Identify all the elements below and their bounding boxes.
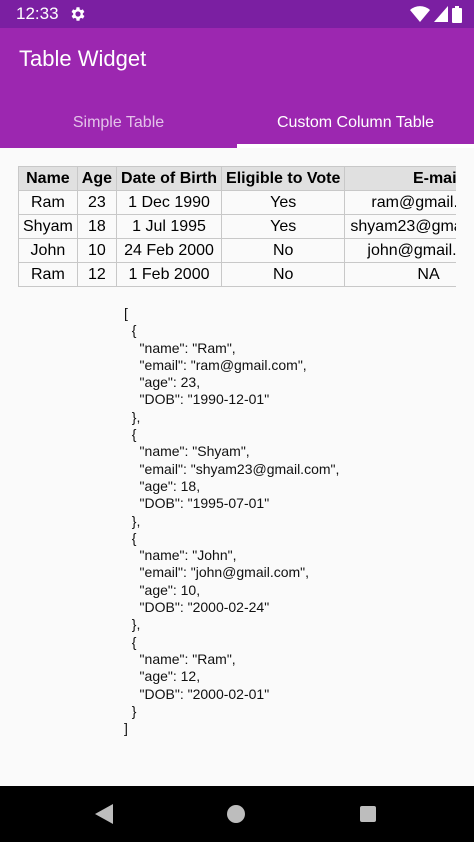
cell-email: NA — [344, 262, 456, 287]
header-name: Name — [18, 166, 78, 191]
app-title: Table Widget — [19, 46, 147, 71]
header-eligible: Eligible to Vote — [221, 166, 346, 191]
app-bar: Table Widget Simple Table Custom Column … — [0, 28, 474, 148]
battery-icon — [452, 5, 462, 23]
back-icon[interactable] — [95, 804, 113, 824]
json-output-text: [ { "name": "Ram", "email": "ram@gmail.c… — [124, 305, 340, 737]
cell-name: Shyam — [18, 214, 78, 239]
status-time: 12:33 — [16, 4, 59, 23]
table-row: Ram 23 1 Dec 1990 Yes ram@gmail.com — [18, 190, 456, 215]
tab-simple-table[interactable]: Simple Table — [0, 98, 237, 148]
header-dob: Date of Birth — [116, 166, 223, 191]
cell-dob: 1 Jul 1995 — [116, 214, 223, 239]
cell-age: 23 — [76, 190, 118, 215]
tab-custom-column-table[interactable]: Custom Column Table — [237, 98, 474, 148]
settings-gear-icon — [71, 7, 85, 21]
data-table: Name Age Date of Birth Eligible to Vote … — [18, 166, 456, 287]
cell-name: Ram — [18, 262, 78, 287]
table-row: John 10 24 Feb 2000 No john@gmail.com — [18, 238, 456, 263]
header-email: E-mail — [344, 166, 456, 191]
recents-icon[interactable] — [360, 806, 376, 822]
cell-age: 12 — [76, 262, 118, 287]
cell-email: john@gmail.com — [344, 238, 456, 263]
cell-dob: 24 Feb 2000 — [116, 238, 223, 263]
cell-eligible: Yes — [221, 190, 346, 215]
data-table-container[interactable]: Name Age Date of Birth Eligible to Vote … — [18, 166, 456, 287]
cell-email: ram@gmail.com — [344, 190, 456, 215]
cell-dob: 1 Dec 1990 — [116, 190, 223, 215]
table-row: Ram 12 1 Feb 2000 No NA — [18, 262, 456, 287]
table-header-row: Name Age Date of Birth Eligible to Vote … — [18, 166, 456, 191]
cell-dob: 1 Feb 2000 — [116, 262, 223, 287]
cellular-signal-icon — [434, 6, 448, 22]
navigation-bar — [0, 786, 474, 842]
cell-email: shyam23@gmail.com — [344, 214, 456, 239]
cell-name: John — [18, 238, 78, 263]
table-row: Shyam 18 1 Jul 1995 Yes shyam23@gmail.co… — [18, 214, 456, 239]
wifi-icon — [410, 6, 430, 22]
home-icon[interactable] — [227, 805, 245, 823]
cell-age: 10 — [76, 238, 118, 263]
cell-age: 18 — [76, 214, 118, 239]
cell-eligible: Yes — [221, 214, 346, 239]
status-icons — [410, 5, 462, 23]
cell-eligible: No — [221, 238, 346, 263]
cell-name: Ram — [18, 190, 78, 215]
status-bar: 12:33 — [0, 0, 474, 28]
tab-indicator — [237, 144, 474, 148]
header-age: Age — [76, 166, 118, 191]
cell-eligible: No — [221, 262, 346, 287]
